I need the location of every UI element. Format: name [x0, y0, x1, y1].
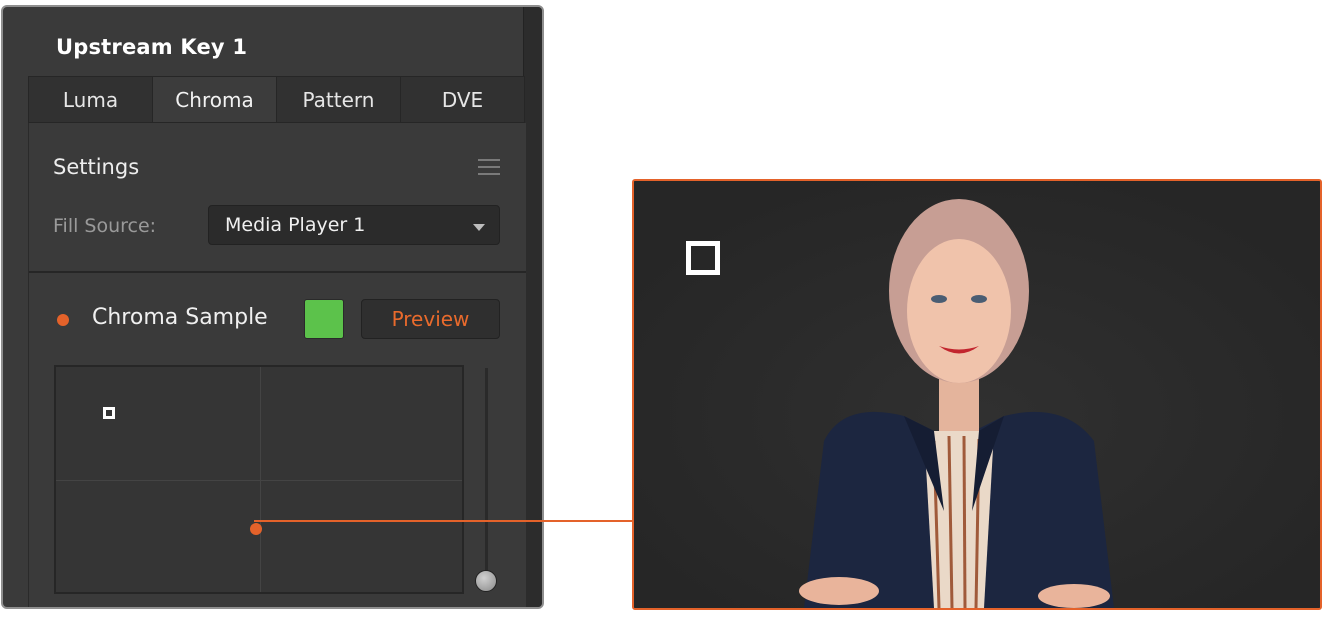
fill-source-value: Media Player 1	[225, 214, 366, 236]
sample-size-slider-track[interactable]	[485, 368, 488, 582]
tab-luma[interactable]: Luma	[29, 77, 153, 122]
status-dot-icon	[57, 314, 69, 326]
chroma-settings-section: Settings Fill Source: Media Player 1 Chr…	[28, 123, 526, 607]
chroma-sample-swatch[interactable]	[304, 299, 344, 339]
video-preview-frame	[632, 179, 1322, 610]
grid-line-horizontal	[56, 480, 462, 481]
chevron-down-icon	[473, 224, 485, 231]
presenter-image	[634, 181, 1320, 608]
sample-size-slider-knob[interactable]	[475, 570, 497, 592]
fill-source-dropdown[interactable]: Media Player 1	[208, 205, 500, 245]
video-sample-box	[686, 241, 720, 275]
connector-line	[254, 520, 633, 522]
tab-dve[interactable]: DVE	[401, 77, 524, 122]
sample-cursor-box[interactable]	[103, 407, 115, 419]
hamburger-menu-icon[interactable]	[478, 159, 500, 175]
preview-button[interactable]: Preview	[361, 299, 500, 339]
panel-title: Upstream Key 1	[56, 35, 248, 59]
fill-source-label: Fill Source:	[53, 215, 157, 237]
chroma-sample-label: Chroma Sample	[92, 305, 268, 330]
tab-chroma[interactable]: Chroma	[153, 77, 277, 122]
settings-title: Settings	[53, 155, 140, 179]
upstream-key-panel: Upstream Key 1 Luma Chroma Pattern DVE S…	[1, 5, 544, 609]
section-divider	[29, 271, 526, 273]
sample-center-dot	[250, 523, 262, 535]
tab-pattern[interactable]: Pattern	[277, 77, 401, 122]
chroma-sample-area[interactable]	[54, 365, 464, 594]
key-type-tabs: Luma Chroma Pattern DVE	[28, 76, 525, 123]
